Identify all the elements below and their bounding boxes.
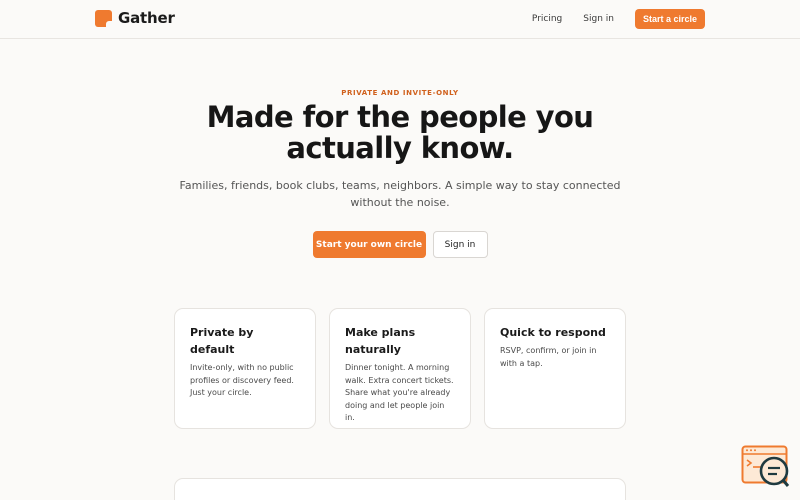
chat-support-icon[interactable] [741, 445, 791, 489]
start-circle-button[interactable]: Start a circle [634, 9, 705, 29]
feature-card: Private by default Invite-only, with no … [174, 308, 316, 429]
logo-mark-icon [95, 9, 112, 27]
hero-eyebrow: PRIVATE AND INVITE-ONLY [341, 89, 459, 97]
feature-cards: Private by default Invite-only, with no … [174, 308, 626, 429]
hero-title: Made for the people you actually know. [206, 100, 594, 165]
feature-card-title: Make plans naturally [345, 326, 416, 356]
nav-sign-in-link[interactable]: Sign in [583, 14, 614, 24]
feature-card-title: Quick to respond [500, 326, 606, 339]
header-nav: Pricing Sign in Start a circle [532, 9, 705, 29]
feature-card-body: Dinner tonight. A morning walk. Extra co… [345, 363, 454, 422]
feature-card: Quick to respond RSVP, confirm, or join … [484, 308, 626, 429]
preview-panel [174, 478, 626, 500]
start-own-circle-button[interactable]: Start your own circle [312, 231, 426, 258]
feature-card-body: RSVP, confirm, or join in with a tap. [500, 346, 597, 368]
feature-card-title: Private by default [190, 326, 254, 356]
hero-sign-in-button[interactable]: Sign in [432, 231, 488, 258]
nav-pricing-link[interactable]: Pricing [532, 14, 562, 24]
brand-logo[interactable]: Gather [95, 9, 175, 27]
brand-name: Gather [118, 9, 175, 27]
feature-card: Make plans naturally Dinner tonight. A m… [329, 308, 471, 429]
hero-actions: Start your own circle Sign in [0, 231, 800, 258]
hero-subtitle: Families, friends, book clubs, teams, ne… [179, 179, 621, 209]
feature-card-body: Invite-only, with no public profiles or … [190, 363, 294, 397]
top-nav-bar: Gather Pricing Sign in Start a circle [0, 0, 800, 39]
